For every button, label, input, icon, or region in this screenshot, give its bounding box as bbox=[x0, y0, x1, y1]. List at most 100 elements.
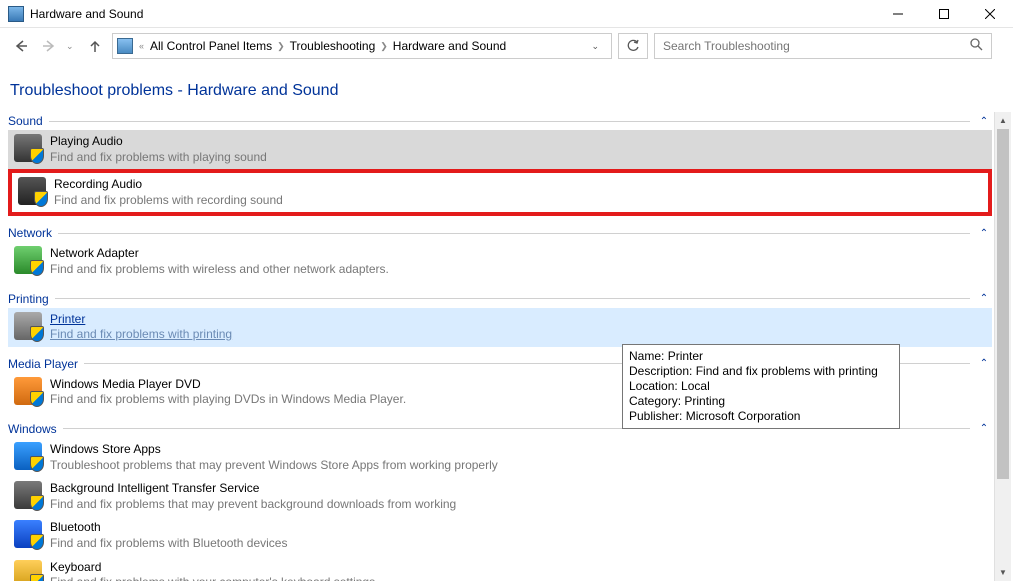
item-title: Playing Audio bbox=[50, 134, 267, 150]
shield-icon bbox=[30, 391, 44, 407]
scroll-up-button[interactable]: ▲ bbox=[995, 112, 1011, 129]
chevron-up-icon[interactable]: ⌃ bbox=[976, 228, 992, 239]
address-icon bbox=[117, 38, 133, 54]
store-icon bbox=[14, 442, 42, 470]
forward-arrow-icon bbox=[42, 39, 56, 53]
speaker-icon bbox=[14, 134, 42, 162]
chevron-right-icon[interactable]: ❯ bbox=[378, 41, 390, 52]
item-desc: Find and fix problems with playing sound bbox=[50, 150, 267, 166]
back-button[interactable] bbox=[10, 35, 32, 57]
section-printing: Printing ⌃ Printer Find and fix problems… bbox=[8, 290, 992, 347]
chevron-up-icon[interactable]: ⌃ bbox=[976, 293, 992, 304]
item-bluetooth[interactable]: Bluetooth Find and fix problems with Blu… bbox=[8, 516, 992, 555]
section-title: Printing bbox=[8, 292, 49, 306]
item-keyboard[interactable]: Keyboard Find and fix problems with your… bbox=[8, 556, 992, 581]
tooltip-loc-label: Location: bbox=[629, 379, 678, 393]
network-icon bbox=[14, 246, 42, 274]
item-desc: Find and fix problems with printing bbox=[50, 327, 232, 343]
item-desc: Troubleshoot problems that may prevent W… bbox=[50, 458, 498, 474]
tooltip-pub: Microsoft Corporation bbox=[686, 409, 801, 423]
up-arrow-icon bbox=[88, 39, 102, 53]
chevron-right-icon[interactable]: ❯ bbox=[275, 41, 287, 52]
item-title: Recording Audio bbox=[54, 177, 283, 193]
refresh-icon bbox=[626, 39, 640, 53]
item-bits[interactable]: Background Intelligent Transfer Service … bbox=[8, 477, 992, 516]
breadcrumb-root[interactable]: « bbox=[137, 41, 146, 51]
tooltip-cat: Printing bbox=[684, 394, 725, 408]
section-title: Media Player bbox=[8, 357, 78, 371]
shield-icon bbox=[30, 534, 44, 550]
close-button[interactable] bbox=[967, 0, 1013, 28]
section-header[interactable]: Network ⌃ bbox=[8, 224, 992, 242]
section-divider bbox=[55, 298, 970, 299]
recent-dropdown[interactable]: ⌄ bbox=[66, 41, 78, 52]
tooltip-name-label: Name: bbox=[629, 349, 664, 363]
section-title: Sound bbox=[8, 114, 43, 128]
minimize-button[interactable] bbox=[875, 0, 921, 28]
breadcrumb-item[interactable]: All Control Panel Items bbox=[150, 39, 272, 53]
item-network-adapter[interactable]: Network Adapter Find and fix problems wi… bbox=[8, 242, 992, 281]
nav-bar: ⌄ « All Control Panel Items ❯ Troublesho… bbox=[0, 28, 1013, 64]
transfer-icon bbox=[14, 481, 42, 509]
shield-icon bbox=[30, 574, 44, 581]
search-input[interactable] bbox=[663, 39, 970, 53]
maximize-icon bbox=[939, 9, 949, 19]
scroll-thumb[interactable] bbox=[997, 129, 1009, 479]
up-button[interactable] bbox=[84, 35, 106, 57]
outer-scrollbar[interactable]: ▲ ▼ bbox=[994, 112, 1011, 581]
search-icon[interactable] bbox=[970, 38, 983, 54]
item-title: Printer bbox=[50, 312, 232, 328]
section-title: Network bbox=[8, 226, 52, 240]
chevron-up-icon[interactable]: ⌃ bbox=[976, 116, 992, 127]
breadcrumb-item[interactable]: Hardware and Sound bbox=[393, 39, 506, 53]
maximize-button[interactable] bbox=[921, 0, 967, 28]
forward-button[interactable] bbox=[38, 35, 60, 57]
search-box[interactable] bbox=[654, 33, 992, 59]
item-desc: Find and fix problems with playing DVDs … bbox=[50, 392, 406, 408]
bluetooth-icon bbox=[14, 520, 42, 548]
item-desc: Find and fix problems with Bluetooth dev… bbox=[50, 536, 287, 552]
back-arrow-icon bbox=[14, 39, 28, 53]
chevron-up-icon[interactable]: ⌃ bbox=[976, 358, 992, 369]
shield-icon bbox=[30, 495, 44, 511]
scroll-down-button[interactable]: ▼ bbox=[995, 564, 1011, 581]
page-heading: Troubleshoot problems - Hardware and Sou… bbox=[0, 64, 1013, 112]
tooltip-loc: Local bbox=[681, 379, 710, 393]
breadcrumb-item[interactable]: Troubleshooting bbox=[290, 39, 376, 53]
address-bar[interactable]: « All Control Panel Items ❯ Troubleshoot… bbox=[112, 33, 612, 59]
refresh-button[interactable] bbox=[618, 33, 648, 59]
item-title: Keyboard bbox=[50, 560, 378, 576]
title-bar: Hardware and Sound bbox=[0, 0, 1013, 28]
address-dropdown[interactable]: ⌄ bbox=[583, 37, 607, 56]
keyboard-icon bbox=[14, 560, 42, 581]
microphone-icon bbox=[18, 177, 46, 205]
media-player-icon bbox=[14, 377, 42, 405]
item-printer[interactable]: Printer Find and fix problems with print… bbox=[8, 308, 992, 347]
tooltip-cat-label: Category: bbox=[629, 394, 681, 408]
section-divider bbox=[58, 233, 970, 234]
close-icon bbox=[985, 9, 995, 19]
section-header[interactable]: Printing ⌃ bbox=[8, 290, 992, 308]
shield-icon bbox=[30, 260, 44, 276]
item-playing-audio[interactable]: Playing Audio Find and fix problems with… bbox=[8, 130, 992, 169]
tooltip-pub-label: Publisher: bbox=[629, 409, 682, 423]
tooltip-desc-label: Description: bbox=[629, 364, 692, 378]
content-area: Sound ⌃ Playing Audio Find and fix probl… bbox=[8, 112, 994, 581]
shield-icon bbox=[34, 191, 48, 207]
section-title: Windows bbox=[8, 422, 57, 436]
item-store-apps[interactable]: Windows Store Apps Troubleshoot problems… bbox=[8, 438, 992, 477]
section-header[interactable]: Sound ⌃ bbox=[8, 112, 992, 130]
item-title: Bluetooth bbox=[50, 520, 287, 536]
item-title: Windows Store Apps bbox=[50, 442, 498, 458]
app-icon bbox=[8, 6, 24, 22]
scroll-track[interactable] bbox=[995, 129, 1011, 564]
item-recording-audio[interactable]: Recording Audio Find and fix problems wi… bbox=[12, 173, 988, 212]
section-windows: Windows ⌃ Windows Store Apps Troubleshoo… bbox=[8, 420, 992, 581]
breadcrumb: All Control Panel Items ❯ Troubleshootin… bbox=[150, 39, 506, 53]
shield-icon bbox=[30, 326, 44, 342]
window-title: Hardware and Sound bbox=[30, 7, 875, 21]
shield-icon bbox=[30, 148, 44, 164]
printer-icon bbox=[14, 312, 42, 340]
chevron-up-icon[interactable]: ⌃ bbox=[976, 423, 992, 434]
item-desc: Find and fix problems that may prevent b… bbox=[50, 497, 456, 513]
